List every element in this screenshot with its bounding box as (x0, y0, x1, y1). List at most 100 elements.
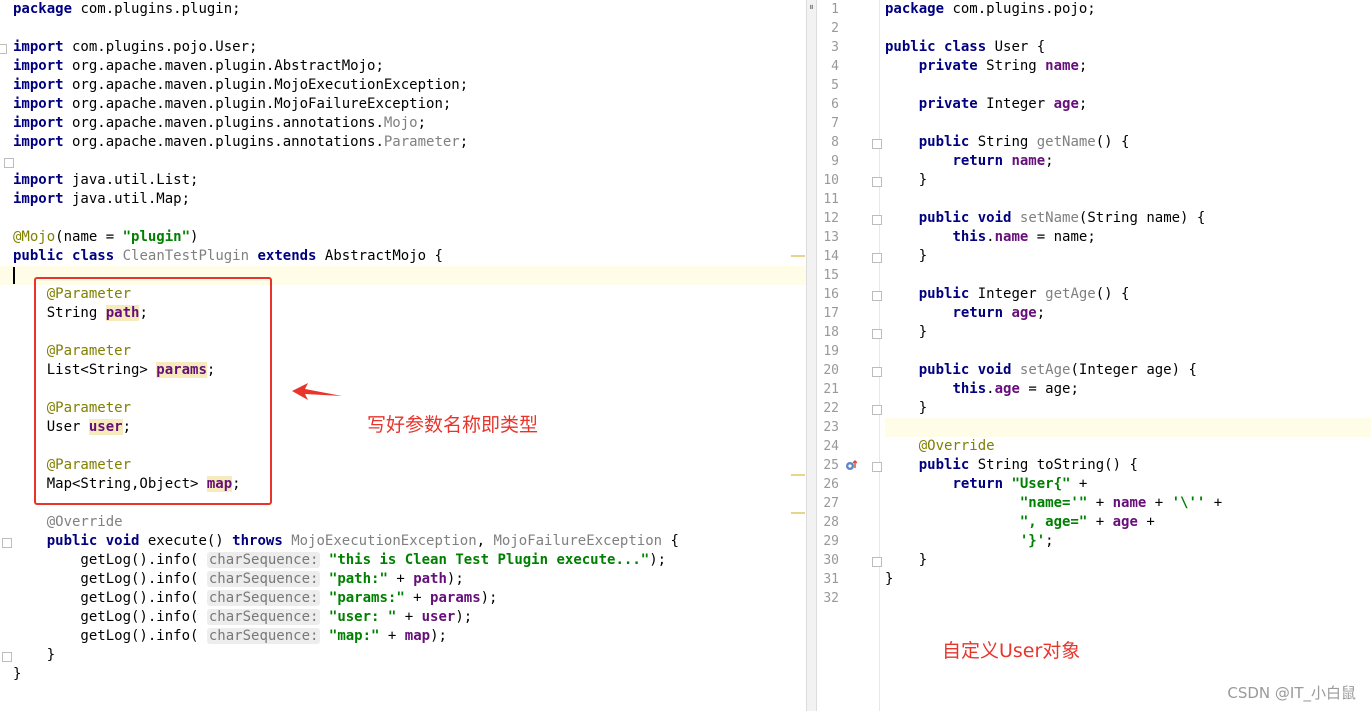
code-line[interactable]: public void setName(String name) { (885, 209, 1371, 228)
code-line[interactable]: import org.apache.maven.plugin.AbstractM… (0, 57, 806, 76)
code-line[interactable]: return name; (885, 152, 1371, 171)
code-line[interactable]: } (0, 665, 806, 684)
code-line[interactable]: public void setAge(Integer age) { (885, 361, 1371, 380)
code-line[interactable] (885, 266, 1371, 285)
line-number-gutter: 1 2 3 4 5 6 7 8 9 10 11 12 13 14 15 16 17 18 19 20 21 22 23 24 2… (817, 0, 880, 711)
code-line[interactable]: public class User { (885, 38, 1371, 57)
fold-marker-icon[interactable] (872, 329, 882, 339)
code-line[interactable]: public void execute() throws MojoExecuti… (0, 532, 806, 551)
code-line[interactable] (885, 589, 1371, 608)
code-line[interactable] (885, 190, 1371, 209)
code-line[interactable]: import org.apache.maven.plugin.MojoFailu… (0, 95, 806, 114)
line-number: 7 (831, 116, 839, 131)
right-code-area[interactable]: package com.plugins.pojo; public class Us… (885, 0, 1371, 711)
code-line[interactable]: import com.plugins.pojo.User; (0, 38, 806, 57)
code-line[interactable]: } (885, 171, 1371, 190)
fold-marker-icon[interactable] (4, 158, 14, 168)
fold-marker-icon[interactable] (2, 538, 12, 548)
line-number: 15 (823, 268, 839, 283)
code-line[interactable]: public class CleanTestPlugin extends Abs… (0, 247, 806, 266)
line-number: 22 (823, 401, 839, 416)
line-number: 25 (823, 458, 839, 473)
line-number: 26 (823, 477, 839, 492)
line-number: 18 (823, 325, 839, 340)
right-editor-pane[interactable]: 1 2 3 4 5 6 7 8 9 10 11 12 13 14 15 16 17 18 19 20 21 22 23 24 2… (817, 0, 1371, 711)
change-marker (791, 473, 805, 476)
fold-marker-icon[interactable] (872, 557, 882, 567)
arrow-icon (292, 383, 342, 400)
line-number: 4 (831, 59, 839, 74)
code-line[interactable]: } (885, 399, 1371, 418)
line-number: 5 (831, 78, 839, 93)
fold-marker-icon[interactable] (872, 367, 882, 377)
code-line[interactable]: @Override (0, 513, 806, 532)
code-line[interactable]: } (885, 551, 1371, 570)
code-line[interactable]: public String toString() { (885, 456, 1371, 475)
line-number: 28 (823, 515, 839, 530)
code-line[interactable] (0, 19, 806, 38)
editor-splitter[interactable] (806, 0, 817, 711)
code-line[interactable] (885, 114, 1371, 133)
line-number: 21 (823, 382, 839, 397)
code-line[interactable] (885, 418, 1371, 437)
line-number: 12 (823, 211, 839, 226)
code-line[interactable]: private String name; (885, 57, 1371, 76)
code-line[interactable]: public String getName() { (885, 133, 1371, 152)
code-line[interactable]: return age; (885, 304, 1371, 323)
line-number: 2 (831, 21, 839, 36)
fold-marker-icon[interactable] (872, 177, 882, 187)
code-line[interactable] (885, 76, 1371, 95)
line-number: 27 (823, 496, 839, 511)
code-line[interactable]: @Mojo(name = "plugin") (0, 228, 806, 247)
line-number: 11 (823, 192, 839, 207)
fold-marker-icon[interactable] (872, 291, 882, 301)
line-number: 17 (823, 306, 839, 321)
code-line[interactable]: import java.util.List; (0, 171, 806, 190)
code-line[interactable]: import org.apache.maven.plugins.annotati… (0, 133, 806, 152)
code-line[interactable]: getLog().info( charSequence: "params:" +… (0, 589, 806, 608)
code-line[interactable]: } (885, 570, 1371, 589)
fold-marker-icon[interactable] (872, 215, 882, 225)
line-number: 20 (823, 363, 839, 378)
line-number: 8 (831, 135, 839, 150)
code-line[interactable]: '}'; (885, 532, 1371, 551)
override-method-icon[interactable] (845, 460, 857, 472)
code-line[interactable] (885, 342, 1371, 361)
code-line[interactable]: ", age=" + age + (885, 513, 1371, 532)
fold-marker-icon[interactable] (872, 405, 882, 415)
code-line[interactable] (0, 209, 806, 228)
fold-marker-icon[interactable] (872, 462, 882, 472)
code-line[interactable]: "name='" + name + '\'' + (885, 494, 1371, 513)
splitter-grip-icon[interactable]: ⏸ (809, 2, 814, 13)
code-line[interactable]: return "User{" + (885, 475, 1371, 494)
code-line[interactable]: public Integer getAge() { (885, 285, 1371, 304)
code-line[interactable]: package com.plugins.pojo; (885, 0, 1371, 19)
code-line[interactable]: } (885, 323, 1371, 342)
fold-marker-icon[interactable] (2, 652, 12, 662)
line-number: 9 (831, 154, 839, 169)
code-line[interactable]: @Override (885, 437, 1371, 456)
code-line[interactable]: import org.apache.maven.plugins.annotati… (0, 114, 806, 133)
code-line[interactable] (885, 19, 1371, 38)
code-line[interactable]: getLog().info( charSequence: "path:" + p… (0, 570, 806, 589)
user-callout-text: 自定义User对象 (942, 640, 1081, 662)
line-number: 16 (823, 287, 839, 302)
code-line[interactable]: } (0, 646, 806, 665)
code-line[interactable]: import org.apache.maven.plugin.MojoExecu… (0, 76, 806, 95)
code-line[interactable]: getLog().info( charSequence: "map:" + ma… (0, 627, 806, 646)
code-line[interactable]: this.name = name; (885, 228, 1371, 247)
watermark: CSDN @IT_小白鼠 (1227, 684, 1356, 702)
line-number: 14 (823, 249, 839, 264)
fold-marker-icon[interactable] (872, 139, 882, 149)
code-line[interactable]: } (885, 247, 1371, 266)
code-line[interactable]: import java.util.Map; (0, 190, 806, 209)
code-line[interactable] (0, 152, 806, 171)
code-line[interactable]: this.age = age; (885, 380, 1371, 399)
code-line[interactable]: getLog().info( charSequence: "this is Cl… (0, 551, 806, 570)
code-line[interactable]: private Integer age; (885, 95, 1371, 114)
code-line[interactable]: package com.plugins.plugin; (0, 0, 806, 19)
code-line[interactable]: getLog().info( charSequence: "user: " + … (0, 608, 806, 627)
line-number: 30 (823, 553, 839, 568)
fold-marker-icon[interactable] (872, 253, 882, 263)
fold-marker-icon[interactable] (0, 44, 7, 54)
